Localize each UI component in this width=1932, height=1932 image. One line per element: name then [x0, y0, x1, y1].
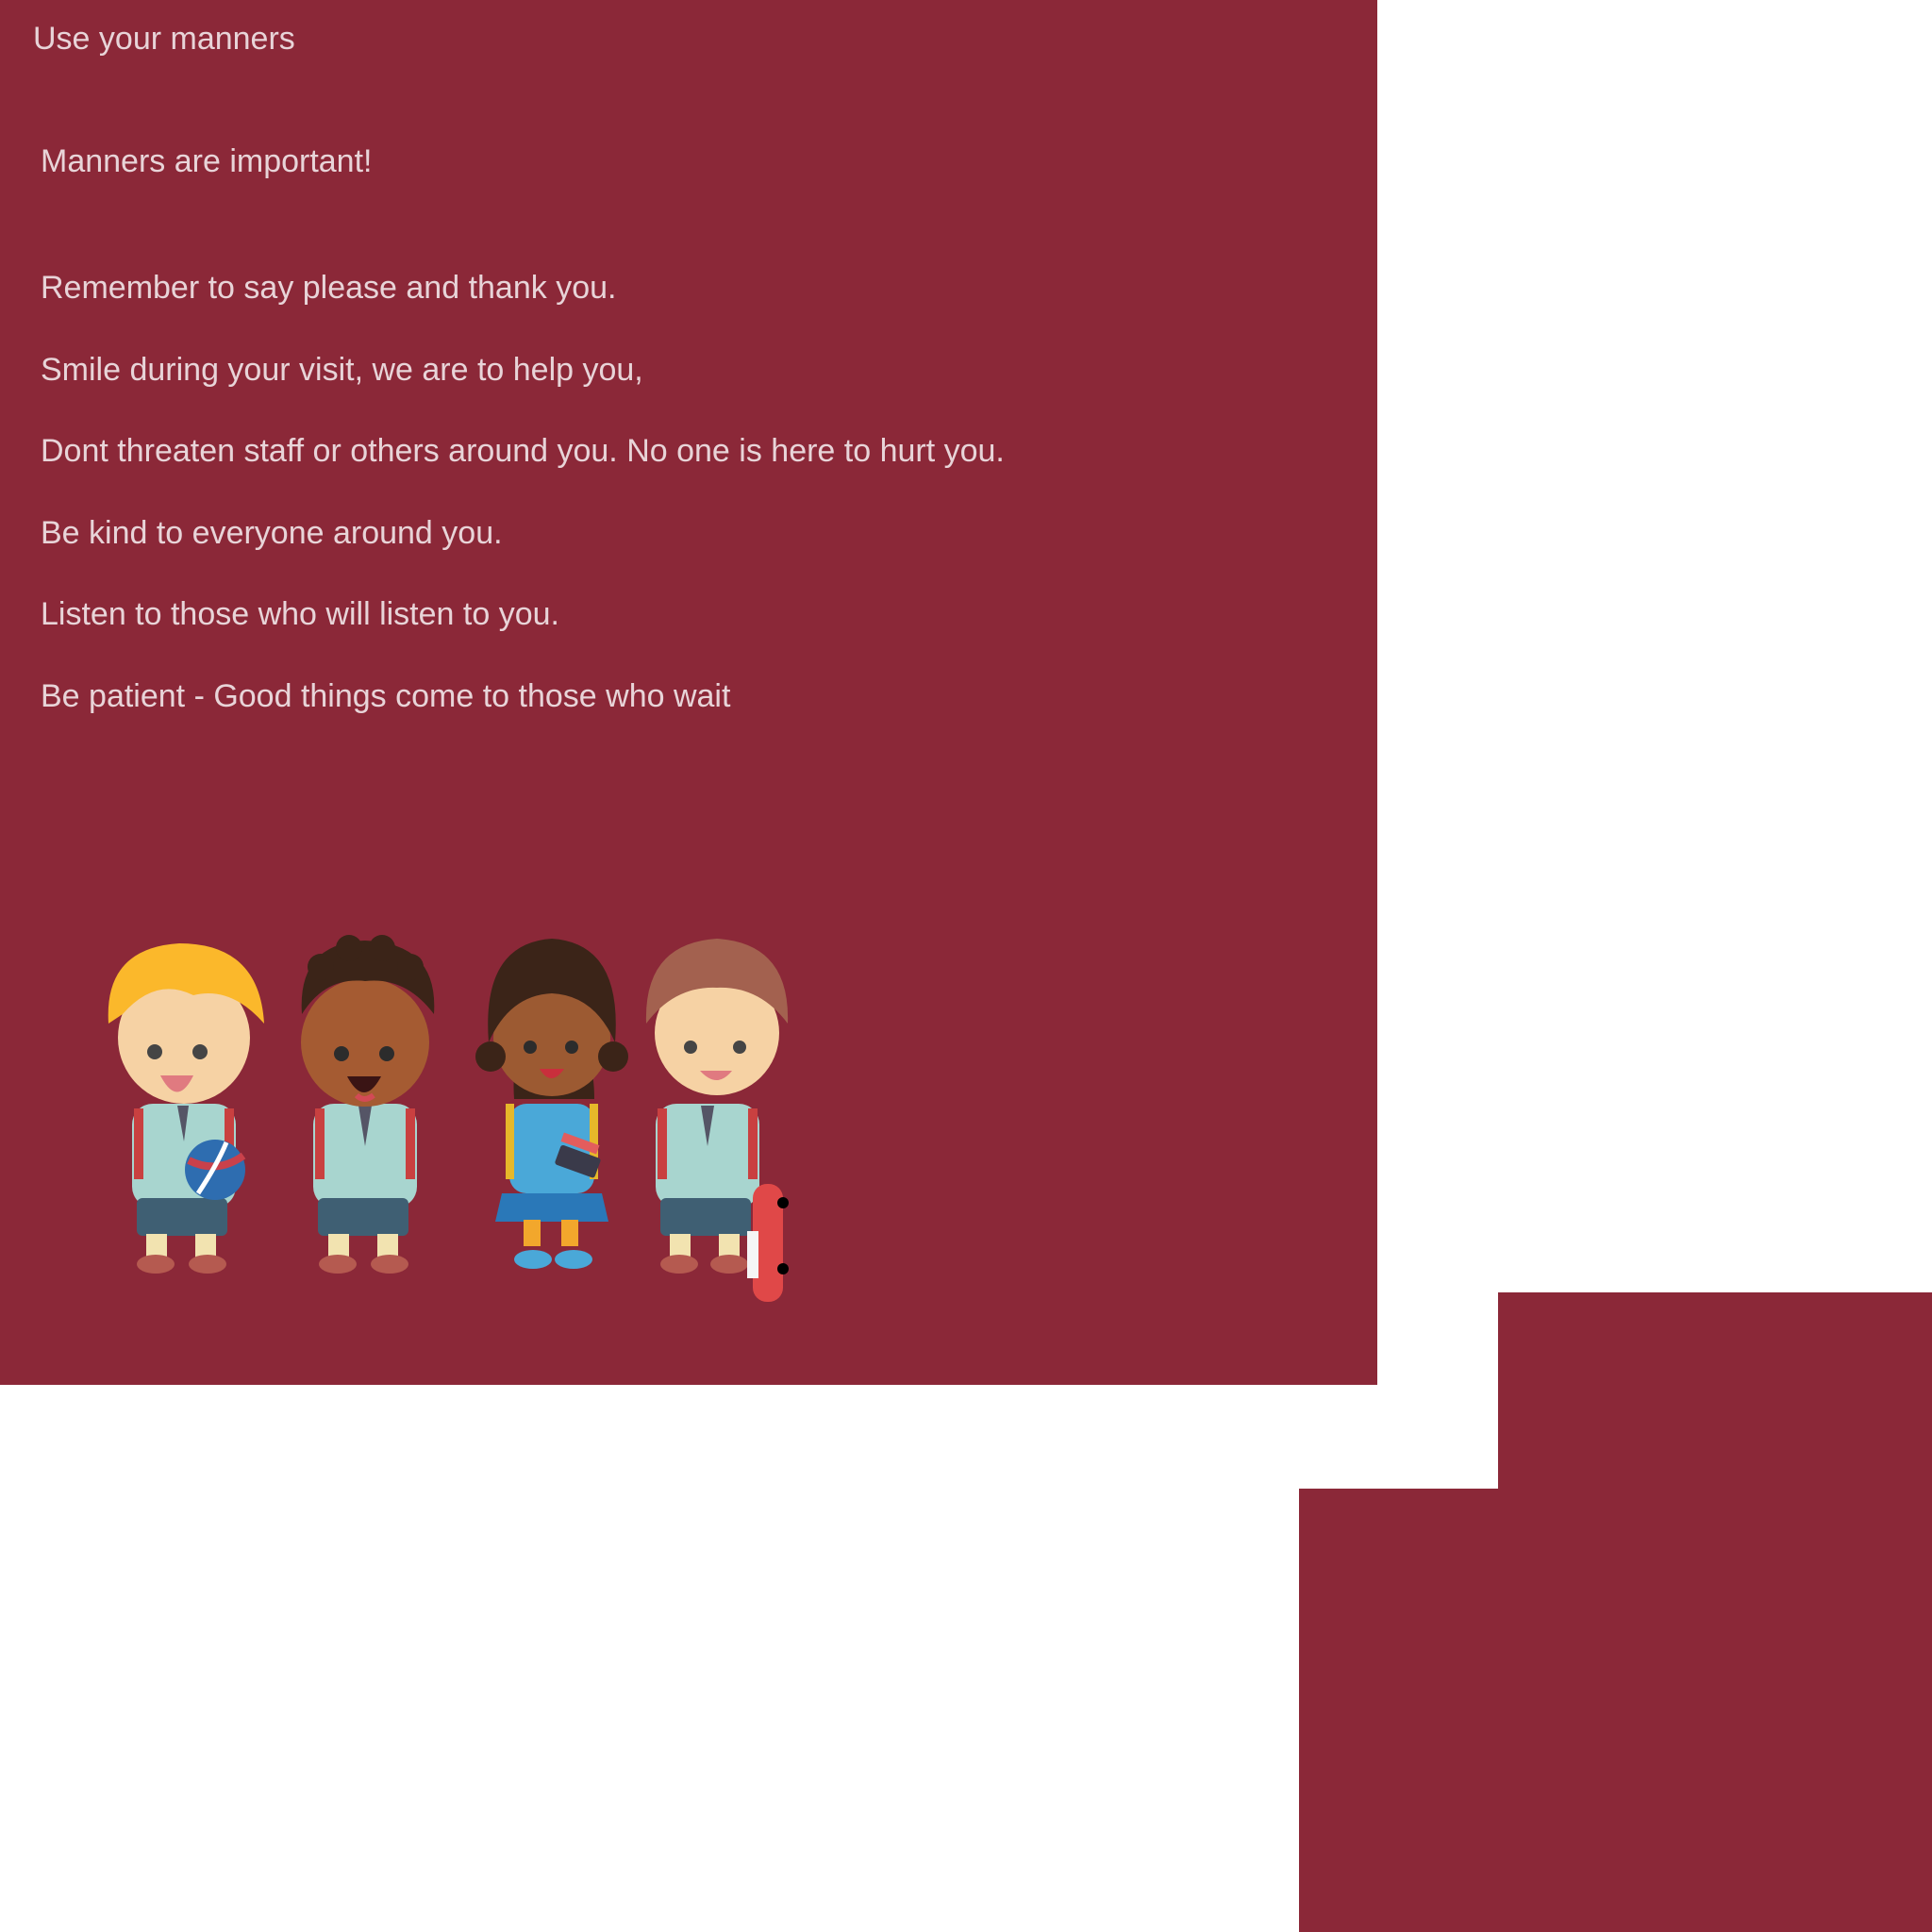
- child-skateboard-icon: [645, 939, 789, 1302]
- manners-item: Remember to say please and thank you.: [41, 270, 617, 306]
- manners-item: Be kind to everyone around you.: [41, 514, 503, 551]
- manners-panel: Use your manners Manners are important! …: [0, 0, 1377, 1385]
- child-curly-hair-icon: [301, 935, 435, 1274]
- manners-item: Dont threaten staff or others around you…: [41, 433, 1005, 470]
- page-title: Use your manners: [33, 21, 295, 57]
- children-illustration: [108, 935, 789, 1302]
- manners-item: Be patient - Good things come to those w…: [41, 677, 731, 714]
- manners-list: Remember to say please and thank you. Sm…: [41, 266, 1005, 757]
- child-girl-books-icon: [475, 939, 628, 1269]
- child-blond-volleyball-icon: [108, 943, 264, 1274]
- manners-item: Smile during your visit, we are to help …: [41, 351, 643, 388]
- manners-heading: Manners are important!: [41, 143, 373, 179]
- decorative-block: [1299, 1489, 1932, 1932]
- manners-item: Listen to those who will listen to you.: [41, 596, 559, 633]
